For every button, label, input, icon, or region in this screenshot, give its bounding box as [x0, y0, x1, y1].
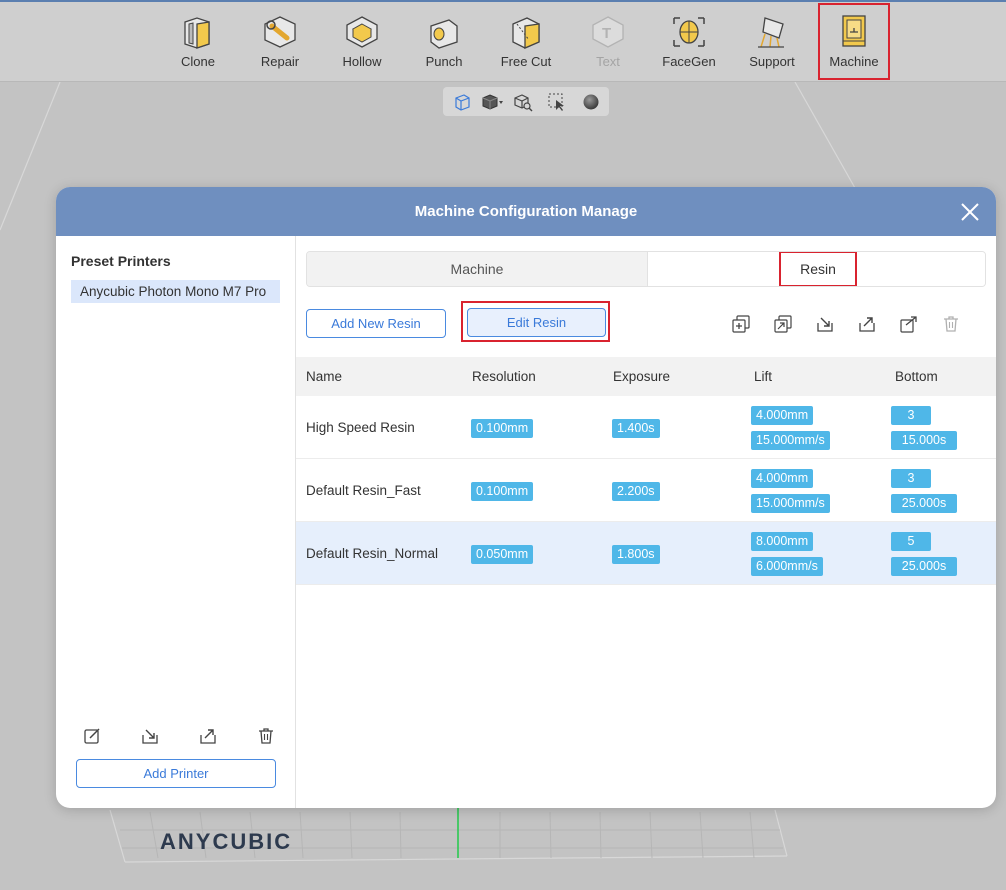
facegen-icon: [673, 17, 705, 47]
exposure-chip: 1.800s: [612, 545, 660, 564]
main-toolbar: Clone Repair Hollow Punch Free Cut T Tex…: [0, 0, 1006, 82]
tab-machine[interactable]: Machine: [307, 252, 647, 286]
lift-height-chip: 4.000mm: [751, 469, 814, 488]
lift-height-chip: 8.000mm: [751, 532, 814, 551]
lift-speed-chip: 6.000mm/s: [751, 557, 823, 576]
table-row[interactable]: Default Resin_Fast 0.100mm 2.200s 4.000m…: [296, 459, 996, 522]
hollow-icon: [346, 16, 378, 48]
preset-printers-title: Preset Printers: [71, 253, 171, 269]
clone-label: Clone: [181, 54, 215, 69]
punch-icon: [430, 19, 458, 49]
delete-printer-icon[interactable]: [256, 726, 276, 746]
machine-icon: [842, 15, 866, 47]
resin-name: High Speed Resin: [306, 420, 415, 435]
add-new-resin-button[interactable]: Add New Resin: [306, 309, 446, 338]
facegen-tool[interactable]: FaceGen: [652, 12, 726, 78]
sphere-view-icon[interactable]: [581, 92, 601, 112]
bottom-exposure-chip: 25.000s: [891, 557, 957, 576]
tab-resin[interactable]: Resin: [647, 252, 985, 286]
header-exposure: Exposure: [613, 369, 671, 384]
hollow-label: Hollow: [342, 54, 382, 69]
machine-config-dialog: Machine Configuration Manage Preset Prin…: [56, 187, 996, 808]
duplicate-icon[interactable]: [773, 314, 793, 334]
table-row[interactable]: Default Resin_Normal 0.050mm 1.800s 8.00…: [296, 522, 996, 585]
text-tool[interactable]: T Text: [571, 12, 645, 78]
free-cut-tool[interactable]: Free Cut: [489, 12, 563, 78]
lift-speed-chip: 15.000mm/s: [751, 431, 830, 450]
punch-tool[interactable]: Punch: [407, 12, 481, 78]
table-row[interactable]: High Speed Resin 0.100mm 1.400s 4.000mm …: [296, 396, 996, 459]
text-icon: T: [592, 16, 624, 48]
import-printer-icon[interactable]: [140, 726, 160, 746]
repair-tool[interactable]: Repair: [243, 12, 317, 78]
tab-resin-label: Resin: [779, 252, 857, 286]
support-icon: [758, 17, 784, 48]
config-tabs: Machine Resin: [306, 251, 986, 287]
repair-icon: [264, 16, 296, 48]
bottom-layers-chip: 3: [891, 469, 931, 488]
repair-label: Repair: [260, 54, 300, 69]
punch-label: Punch: [425, 54, 463, 69]
free-cut-icon: [512, 17, 540, 49]
delete-resin-icon[interactable]: [941, 314, 961, 334]
lift-height-chip: 4.000mm: [751, 406, 814, 425]
exposure-chip: 1.400s: [612, 419, 660, 438]
share-resin-icon[interactable]: [899, 314, 919, 334]
dialog-header: Machine Configuration Manage: [56, 187, 996, 236]
svg-text:T: T: [602, 25, 611, 42]
bottom-layers-chip: 3: [891, 406, 931, 425]
header-bottom: Bottom: [895, 369, 938, 384]
add-copy-icon[interactable]: [731, 314, 751, 334]
free-cut-label: Free Cut: [500, 54, 552, 69]
edit-resin-button[interactable]: Edit Resin: [467, 308, 606, 337]
export-printer-icon[interactable]: [198, 726, 218, 746]
select-view-icon[interactable]: [547, 92, 567, 112]
close-icon[interactable]: [960, 202, 980, 222]
header-resolution: Resolution: [472, 369, 536, 384]
export-resin-icon[interactable]: [857, 314, 877, 334]
clone-icon: [184, 17, 210, 49]
support-tool[interactable]: Support: [735, 12, 809, 78]
resolution-chip: 0.050mm: [471, 545, 534, 564]
printer-list-item[interactable]: Anycubic Photon Mono M7 Pro: [71, 280, 280, 303]
machine-label: Machine: [829, 54, 879, 69]
bottom-exposure-chip: 25.000s: [891, 494, 957, 513]
clone-tool[interactable]: Clone: [161, 12, 235, 78]
edit-resin-highlight: Edit Resin: [461, 301, 610, 342]
preset-printers-panel: Preset Printers Anycubic Photon Mono M7 …: [56, 236, 296, 808]
facegen-label: FaceGen: [662, 54, 716, 69]
header-name: Name: [306, 369, 343, 384]
view-toolbar: [443, 87, 609, 116]
support-label: Support: [749, 54, 795, 69]
resin-name: Default Resin_Normal: [306, 546, 439, 561]
hollow-tool[interactable]: Hollow: [325, 12, 399, 78]
anycubic-logo: ANYCUBIC: [160, 829, 292, 854]
header-lift: Lift: [754, 369, 773, 384]
wireframe-view-icon[interactable]: [452, 92, 472, 112]
add-printer-button[interactable]: Add Printer: [76, 759, 276, 788]
lift-speed-chip: 15.000mm/s: [751, 494, 830, 513]
inspect-view-icon[interactable]: [513, 92, 533, 112]
edit-printer-icon[interactable]: [82, 726, 102, 746]
resolution-chip: 0.100mm: [471, 419, 534, 438]
resin-name: Default Resin_Fast: [306, 483, 421, 498]
dialog-title: Machine Configuration Manage: [414, 203, 638, 220]
bottom-exposure-chip: 15.000s: [891, 431, 957, 450]
machine-tool[interactable]: Machine: [818, 3, 890, 80]
exposure-chip: 2.200s: [612, 482, 660, 501]
resolution-chip: 0.100mm: [471, 482, 534, 501]
bottom-layers-chip: 5: [891, 532, 931, 551]
import-resin-icon[interactable]: [815, 314, 835, 334]
table-header: Name Resolution Exposure Lift Bottom: [296, 357, 996, 396]
text-label: Text: [596, 54, 620, 69]
shaded-view-icon[interactable]: [481, 92, 505, 112]
